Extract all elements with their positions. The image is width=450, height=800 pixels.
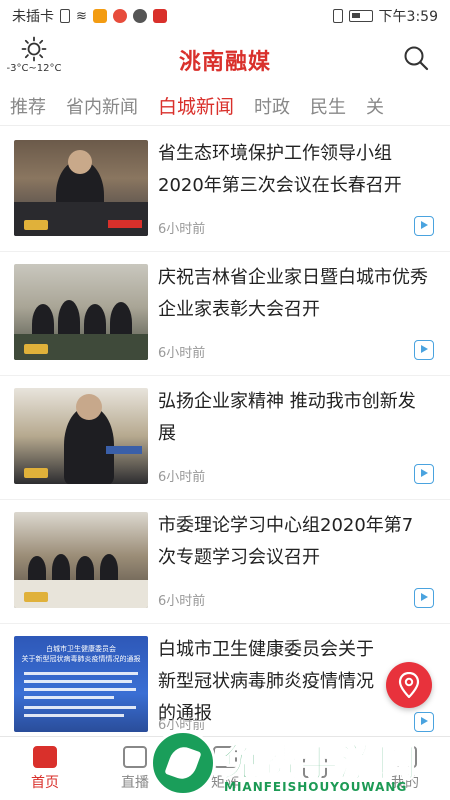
video-play-icon[interactable] — [414, 712, 434, 732]
news-thumbnail: 白城市卫生健康委员会 关于新型冠状病毒肺炎疫情情况的通报 — [14, 636, 148, 732]
news-title: 省生态环境保护工作领导小组2020年第三次会议在长春召开 — [158, 143, 402, 196]
nav-mine[interactable]: 我的 — [360, 737, 450, 800]
video-play-icon[interactable] — [414, 340, 434, 360]
news-item[interactable]: 白城市卫生健康委员会 关于新型冠状病毒肺炎疫情情况的通报 白城市卫生健康委员会关… — [0, 624, 450, 748]
location-pin-icon — [398, 672, 420, 698]
location-float-button[interactable] — [386, 662, 432, 708]
tab-baicheng-news[interactable]: 白城新闻 — [148, 92, 244, 119]
news-time: 6小时前 — [158, 594, 206, 609]
sim-icon — [60, 9, 70, 23]
status-bar: 未插卡 ≋ 下午3:59 — [0, 0, 450, 32]
matrix-icon — [213, 745, 237, 768]
tab-more-partial[interactable]: 关 — [356, 93, 394, 119]
search-button[interactable] — [402, 44, 430, 72]
news-item[interactable]: 省生态环境保护工作领导小组2020年第三次会议在长春召开 6小时前 — [0, 128, 450, 252]
profile-icon — [393, 745, 417, 768]
category-tabs: 推荐 省内新闻 白城新闻 时政 民生 关 — [0, 86, 450, 126]
news-thumbnail — [14, 264, 148, 360]
app-header: -3°C~12°C 洮南融媒 — [0, 34, 450, 82]
video-play-icon[interactable] — [414, 464, 434, 484]
tab-politics[interactable]: 时政 — [244, 93, 300, 119]
news-title: 市委理论学习中心组2020年第7次专题学习会议召开 — [158, 515, 414, 568]
news-app-icon — [152, 9, 167, 23]
home-icon — [33, 745, 57, 768]
status-left: 未插卡 ≋ — [12, 6, 167, 26]
app-title: 洮南融媒 — [178, 50, 271, 75]
wifi-icon: ≋ — [76, 8, 87, 24]
news-thumbnail — [14, 388, 148, 484]
status-right: 下午3:59 — [332, 6, 438, 26]
news-thumbnail — [14, 512, 148, 608]
news-item[interactable]: 市委理论学习中心组2020年第7次专题学习会议召开 6小时前 — [0, 500, 450, 624]
news-thumbnail — [14, 140, 148, 236]
thumbnail-caption: 白城市卫生健康委员会 关于新型冠状病毒肺炎疫情情况的通报 — [21, 645, 141, 663]
service-icon — [303, 755, 327, 778]
vibrate-icon — [332, 9, 343, 23]
carrier-text: 未插卡 — [12, 9, 54, 25]
video-play-icon[interactable] — [414, 216, 434, 236]
tab-recommend[interactable]: 推荐 — [0, 93, 56, 119]
clock: 下午3:59 — [378, 9, 438, 25]
nav-item-4[interactable] — [270, 737, 360, 800]
app-notification-icon — [92, 9, 107, 23]
bottom-nav: 首页 直播 矩阵 我的 — [0, 736, 450, 800]
news-title: 弘扬企业家精神 推动我市创新发展 — [158, 391, 416, 444]
tab-livelihood[interactable]: 民生 — [300, 93, 356, 119]
nav-home[interactable]: 首页 — [0, 737, 90, 800]
nav-live[interactable]: 直播 — [90, 737, 180, 800]
tab-provincial-news[interactable]: 省内新闻 — [56, 93, 148, 119]
nav-matrix[interactable]: 矩阵 — [180, 737, 270, 800]
news-item[interactable]: 庆祝吉林省企业家日暨白城市优秀企业家表彰大会召开 6小时前 — [0, 252, 450, 376]
wechat-icon — [132, 9, 147, 23]
news-time: 6小时前 — [158, 222, 206, 237]
news-time: 6小时前 — [158, 470, 206, 485]
news-item[interactable]: 弘扬企业家精神 推动我市创新发展 6小时前 — [0, 376, 450, 500]
battery-icon — [348, 10, 373, 22]
weibo-icon — [112, 9, 127, 23]
news-list: 省生态环境保护工作领导小组2020年第三次会议在长春召开 6小时前 庆祝吉林省企… — [0, 128, 450, 748]
search-icon — [404, 46, 429, 71]
news-time: 6小时前 — [158, 346, 206, 361]
news-title: 庆祝吉林省企业家日暨白城市优秀企业家表彰大会召开 — [158, 267, 428, 320]
live-video-icon — [123, 745, 147, 768]
news-time: 6小时前 — [158, 718, 206, 733]
video-play-icon[interactable] — [414, 588, 434, 608]
